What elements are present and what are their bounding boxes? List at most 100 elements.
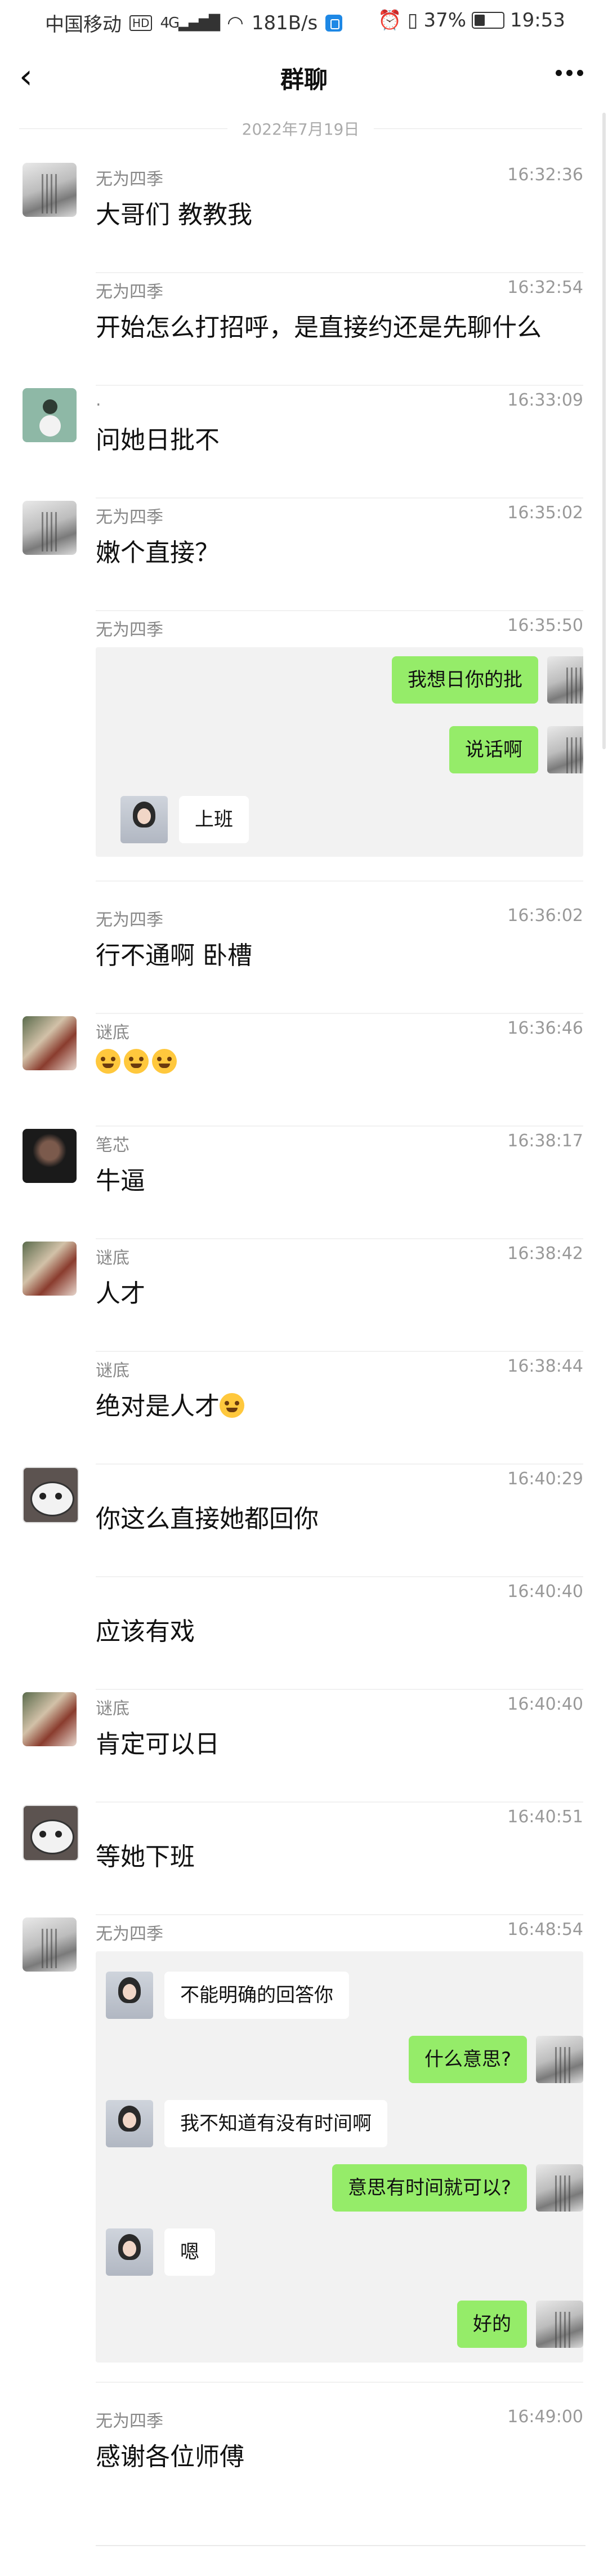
message-time: 16:38:17 [507, 1131, 583, 1151]
wifi-icon: ◠ [227, 11, 244, 34]
app-notification-icon [325, 14, 343, 32]
laughing-emoji-icon [220, 1393, 244, 1418]
avatar[interactable] [23, 388, 77, 442]
message-item[interactable]: . 16:33:09 问她日批不 [0, 386, 608, 499]
avatar [106, 2100, 153, 2147]
network-speed: 181B/s [251, 11, 318, 34]
signal-icon: 4G▂▄▆█ [160, 14, 220, 32]
message-time: 16:40:40 [507, 1582, 583, 1601]
avatar [106, 1972, 153, 2019]
message-time: 16:32:36 [507, 165, 583, 185]
battery-percent: 37% [423, 9, 467, 32]
sender-name: 谜底 [96, 1023, 129, 1043]
message-time: 16:40:40 [507, 1694, 583, 1714]
chat-header: ‹ 群聊 [0, 44, 608, 112]
message-item[interactable]: 无为四季 16:35:02 嫩个直接？ [0, 499, 608, 611]
screenshot-bubble: 上班 [179, 796, 249, 843]
emoji-icon [96, 1049, 120, 1074]
message-item[interactable]: 无为四季 16:32:36 大哥们 教教我 [0, 161, 608, 273]
sender-name: 谜底 [96, 1248, 129, 1268]
date-label: 2022年7月19日 [242, 120, 360, 139]
avatar [120, 796, 168, 843]
sender-name: 无为四季 [96, 508, 163, 527]
sender-name: 笔芯 [96, 1136, 129, 1155]
hd-icon: HD [129, 15, 153, 31]
divider [96, 2545, 585, 2546]
message-item[interactable]: 谜底 16:38:42 人才 [0, 1239, 608, 1352]
avatar[interactable] [23, 1467, 79, 1523]
message-text: 绝对是人才 [96, 1386, 248, 1422]
chat-screenshot-image[interactable]: 不能明确的回答你 什么意思? 我不知道有没有时间啊 意思有时间就可以? 嗯 好的 [96, 1951, 583, 2363]
avatar[interactable] [23, 1016, 77, 1070]
avatar[interactable] [23, 1805, 79, 1861]
vibrate-icon: ▯ [407, 9, 418, 32]
screenshot-bubble: 意思有时间就可以? [332, 2164, 527, 2212]
message-time: 16:32:54 [507, 278, 583, 297]
avatar[interactable] [23, 1129, 77, 1183]
message-time: 16:36:02 [507, 906, 583, 926]
status-bar: 中国移动 HD 4G▂▄▆█ ◠ 181B/s ⏰ ▯ 37% 19:53 [0, 0, 608, 44]
page-title: 群聊 [280, 66, 328, 94]
avatar[interactable] [23, 1242, 77, 1296]
message-text: 等她下班 [96, 1843, 195, 1871]
sender-name: 无为四季 [96, 1924, 163, 1944]
message-time: 16:35:50 [507, 616, 583, 635]
alarm-icon: ⏰ [378, 9, 402, 32]
message-item[interactable]: 谜底 16:36:46 [0, 1014, 608, 1127]
screenshot-bubble: 嗯 [164, 2228, 215, 2276]
date-divider: 2022年7月19日 [19, 116, 582, 141]
screenshot-bubble: 不能明确的回答你 [164, 1972, 349, 2019]
avatar [536, 2301, 583, 2348]
battery-icon [472, 12, 505, 29]
message-item[interactable]: 谜底 16:38:44 绝对是人才 [0, 1352, 608, 1465]
avatar[interactable] [23, 1917, 77, 1972]
avatar[interactable] [23, 501, 77, 555]
screenshot-bubble: 什么意思? [408, 2036, 527, 2083]
avatar [106, 2228, 153, 2276]
message-text: 感谢各位师傅 [96, 2442, 244, 2471]
message-text: 行不通啊 卧槽 [96, 941, 252, 970]
message-item[interactable]: 16:40:51 等她下班 [0, 1803, 608, 1915]
avatar [536, 2164, 583, 2212]
carrier-label: 中国移动 [45, 14, 122, 36]
message-time: 16:48:54 [507, 1920, 583, 1939]
message-item[interactable]: 16:40:40 应该有戏 [0, 1577, 608, 1690]
sender-name: . [96, 390, 101, 410]
message-item[interactable]: 无为四季 16:36:02 行不通啊 卧槽 [0, 901, 608, 1014]
message-item[interactable]: 无为四季 16:49:00 感谢各位师傅 [0, 2403, 608, 2515]
message-time: 16:38:42 [507, 1244, 583, 1263]
emoji-row [96, 1048, 180, 1076]
message-item[interactable]: 无为四季 16:35:50 我想日你的批 说话啊 上班 [0, 611, 608, 882]
more-menu-icon[interactable] [556, 70, 583, 76]
screenshot-bubble: 我想日你的批 [392, 656, 538, 704]
message-time: 16:49:00 [507, 2407, 583, 2427]
avatar [547, 726, 583, 773]
screenshot-bubble: 我不知道有没有时间啊 [164, 2100, 387, 2147]
message-text: 牛逼 [96, 1167, 145, 1195]
message-text: 开始怎么打招呼，是直接约还是先聊什么 [96, 313, 542, 342]
message-time: 16:35:02 [507, 503, 583, 523]
message-text: 你这么直接她都回你 [96, 1505, 319, 1533]
avatar[interactable] [23, 1692, 77, 1746]
message-item[interactable]: 无为四季 16:48:54 不能明确的回答你 什么意思? 我不知道有没有时间啊 … [0, 1915, 608, 2383]
message-item[interactable]: 笔芯 16:38:17 牛逼 [0, 1127, 608, 1239]
message-item[interactable]: 16:40:29 你这么直接她都回你 [0, 1465, 608, 1577]
avatar [536, 2036, 583, 2083]
message-text: 应该有戏 [96, 1617, 195, 1646]
sender-name: 无为四季 [96, 910, 163, 930]
message-text: 嫩个直接？ [96, 539, 220, 567]
message-item[interactable]: 谜底 16:40:40 肯定可以日 [0, 1690, 608, 1803]
sender-name: 无为四季 [96, 2412, 163, 2431]
screenshot-bubble: 好的 [457, 2301, 527, 2348]
message-time: 16:40:51 [507, 1807, 583, 1827]
sender-name: 无为四季 [96, 282, 163, 302]
message-text: 问她日批不 [96, 426, 220, 455]
emoji-icon [152, 1049, 177, 1074]
message-item[interactable]: 无为四季 16:32:54 开始怎么打招呼，是直接约还是先聊什么 [0, 273, 608, 386]
clock: 19:53 [510, 9, 565, 32]
sender-name: 谜底 [96, 1699, 129, 1719]
sender-name: 无为四季 [96, 170, 163, 189]
chat-screenshot-image[interactable]: 我想日你的批 说话啊 上班 [96, 647, 583, 857]
screenshot-bubble: 说话啊 [449, 726, 538, 773]
avatar[interactable] [23, 163, 77, 217]
